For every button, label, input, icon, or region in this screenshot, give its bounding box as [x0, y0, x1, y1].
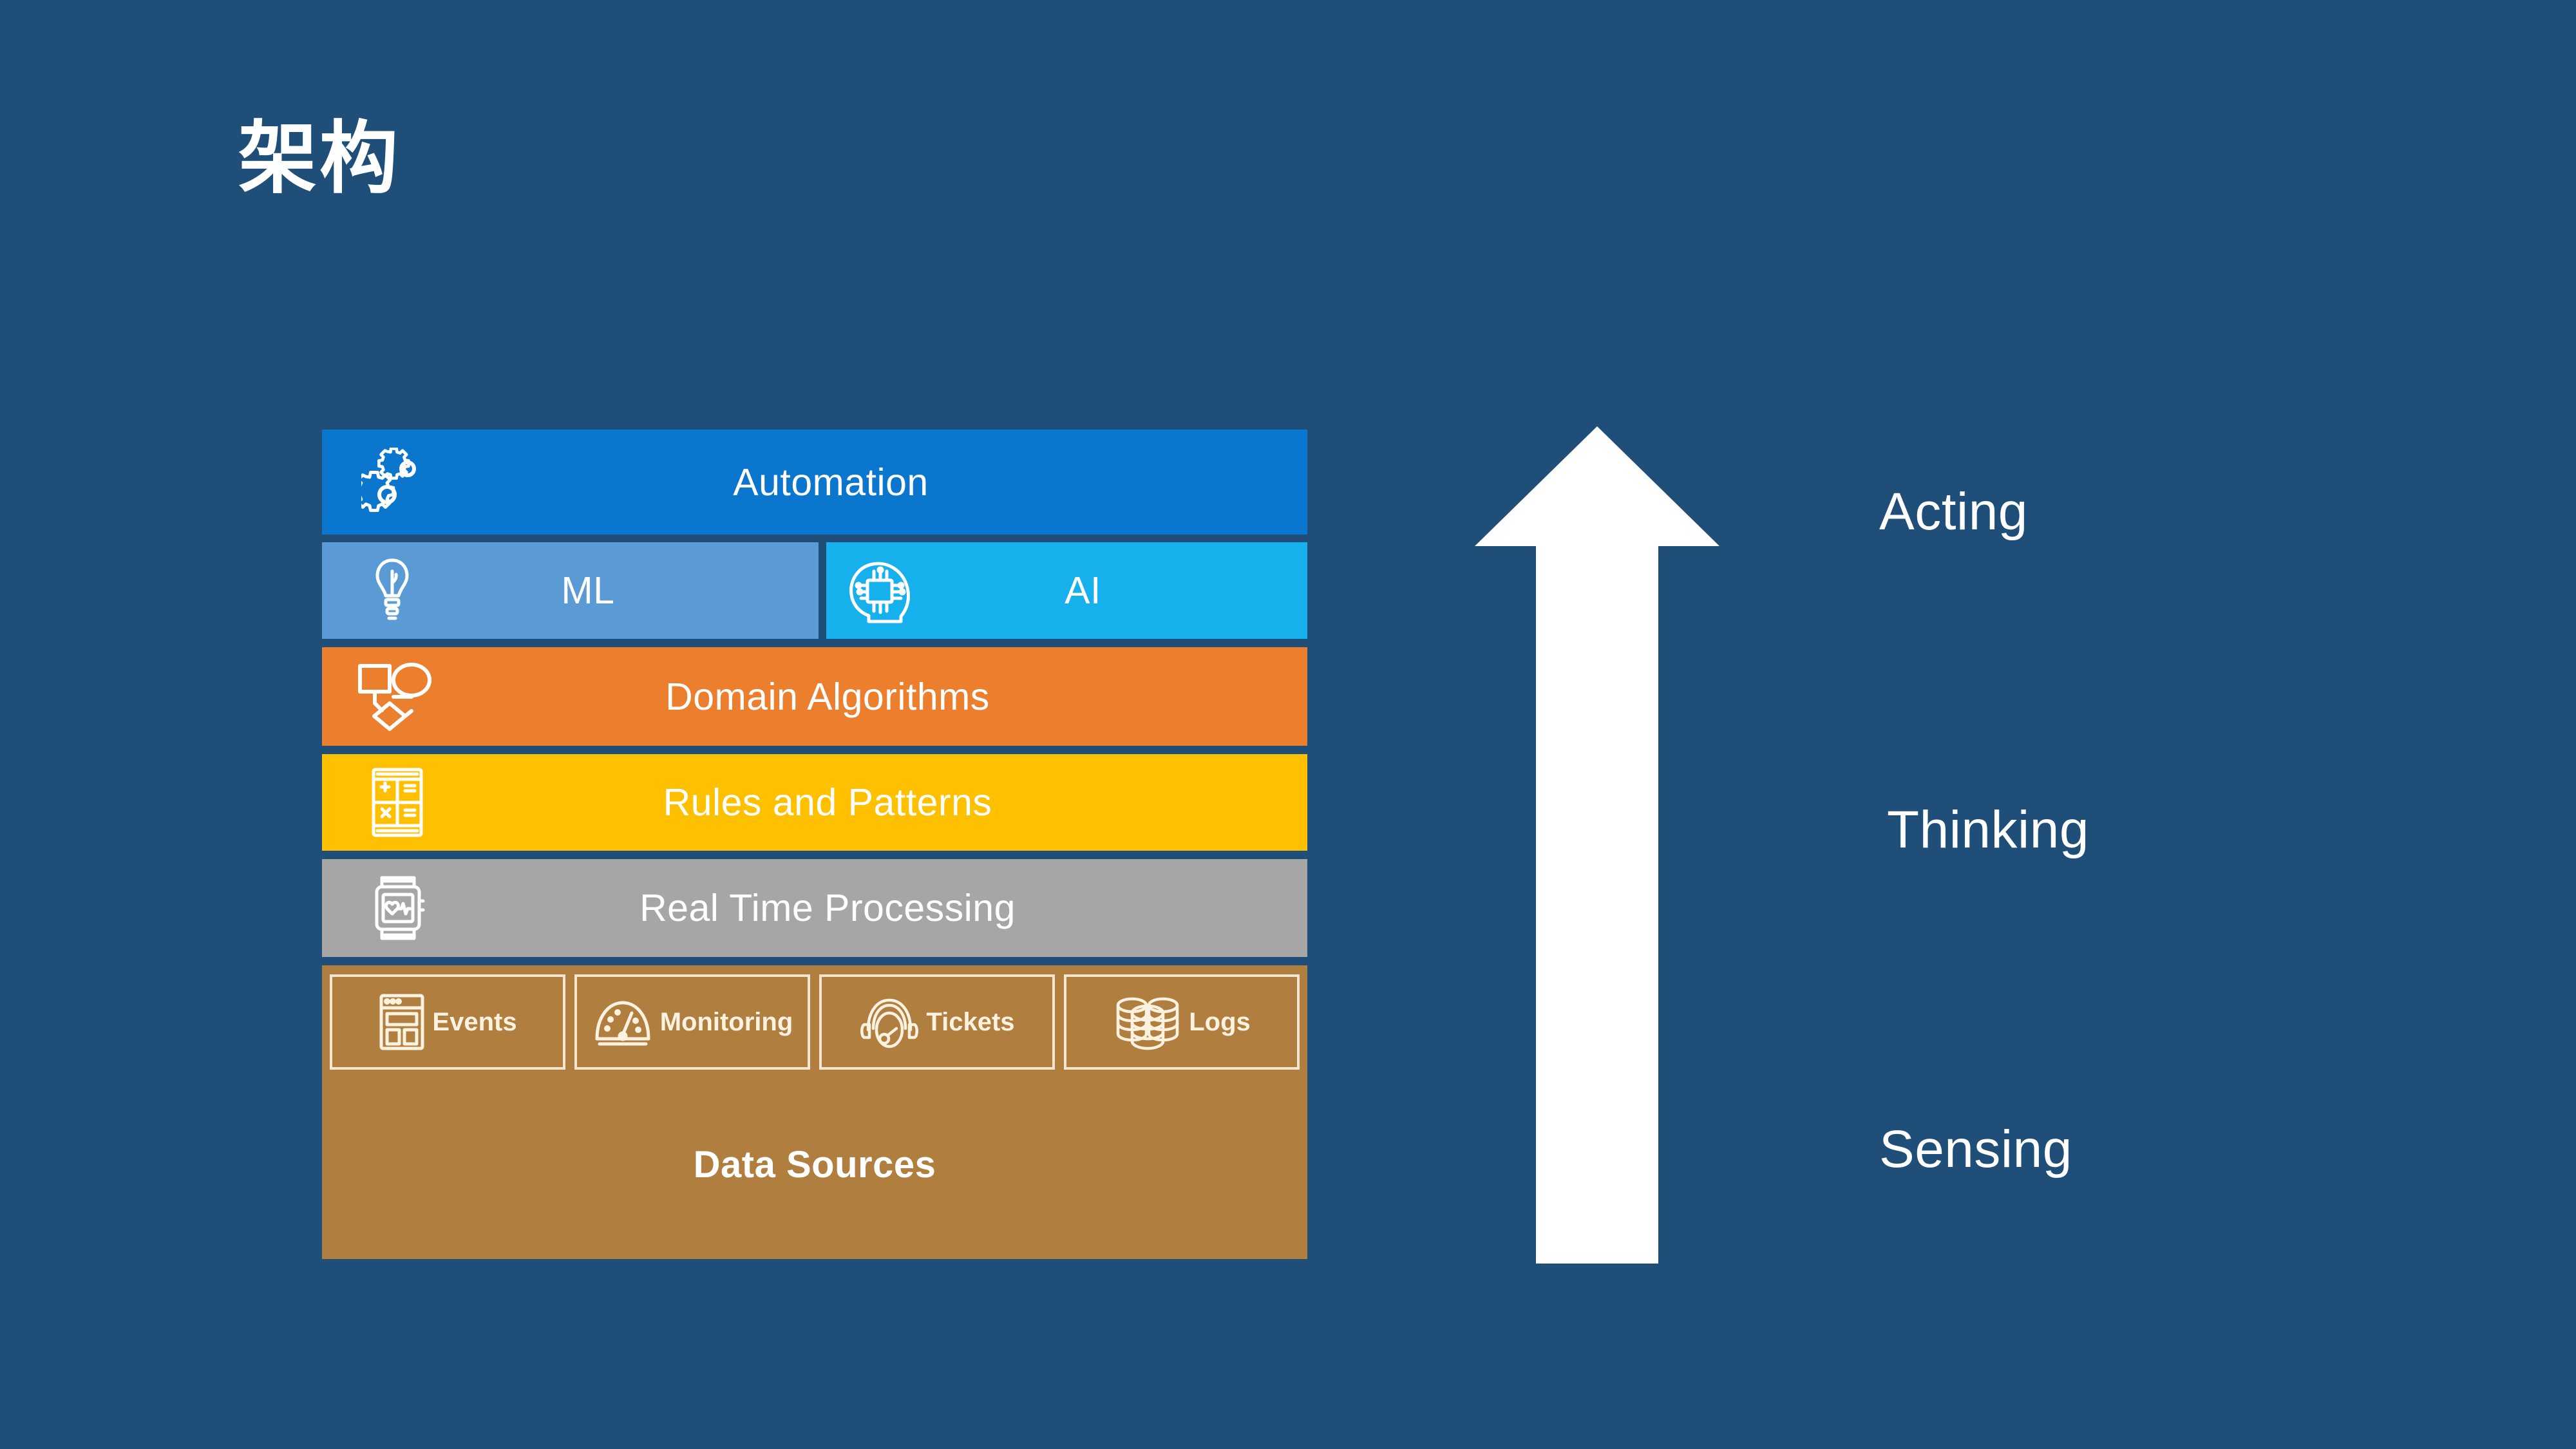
gauge-icon: [592, 994, 654, 1050]
stack-row-ml-ai: ML AI: [322, 542, 1307, 639]
up-arrow-icon: [1475, 426, 1719, 1264]
data-sources-items: Events Monitoring Tickets Logs: [330, 974, 1300, 1070]
smartwatch-pulse-icon: [322, 871, 444, 945]
stage-label-thinking: Thinking: [1887, 800, 2089, 859]
calculator-icon: [322, 766, 444, 838]
data-source-logs[interactable]: Logs: [1064, 974, 1300, 1070]
stack-row-rules-and-patterns-label: Rules and Patterns: [663, 781, 992, 824]
data-source-events-label: Events: [432, 1007, 517, 1036]
headset-icon: [859, 992, 920, 1052]
stack-cell-ml[interactable]: ML: [322, 542, 819, 639]
stack-row-domain-algorithms-label: Domain Algorithms: [665, 675, 990, 718]
data-source-logs-label: Logs: [1189, 1007, 1251, 1036]
data-sources-block: Events Monitoring Tickets Logs Data Sour…: [322, 965, 1307, 1259]
ai-brain-head-icon: [826, 554, 923, 627]
data-source-events[interactable]: Events: [330, 974, 565, 1070]
data-source-monitoring[interactable]: Monitoring: [574, 974, 810, 1070]
window-layout-icon: [378, 992, 426, 1052]
stack-cell-ai-label: AI: [1065, 569, 1101, 612]
architecture-stack-diagram: Automation ML AI Domain Algorithms Rules…: [322, 430, 1307, 1259]
data-source-tickets[interactable]: Tickets: [819, 974, 1055, 1070]
stage-label-sensing: Sensing: [1879, 1120, 2072, 1179]
stack-row-domain-algorithms[interactable]: Domain Algorithms: [322, 647, 1307, 746]
stack-row-automation-label: Automation: [733, 460, 929, 504]
stack-row-automation[interactable]: Automation: [322, 430, 1307, 535]
stack-row-real-time-processing[interactable]: Real Time Processing: [322, 859, 1307, 957]
stage-label-acting: Acting: [1879, 482, 2028, 541]
stack-cell-ml-label: ML: [561, 569, 615, 612]
stack-cell-ai[interactable]: AI: [826, 542, 1307, 639]
data-source-tickets-label: Tickets: [926, 1007, 1015, 1036]
page-title: 架构: [238, 115, 401, 202]
gears-icon: [322, 447, 451, 517]
stack-row-rules-and-patterns[interactable]: Rules and Patterns: [322, 754, 1307, 851]
flowchart-icon: [322, 661, 444, 733]
data-sources-title: Data Sources: [693, 1143, 936, 1186]
database-stack-icon: [1113, 992, 1182, 1052]
lightbulb-icon: [322, 557, 435, 624]
data-source-monitoring-label: Monitoring: [659, 1007, 793, 1036]
stack-row-real-time-processing-label: Real Time Processing: [639, 887, 1016, 929]
